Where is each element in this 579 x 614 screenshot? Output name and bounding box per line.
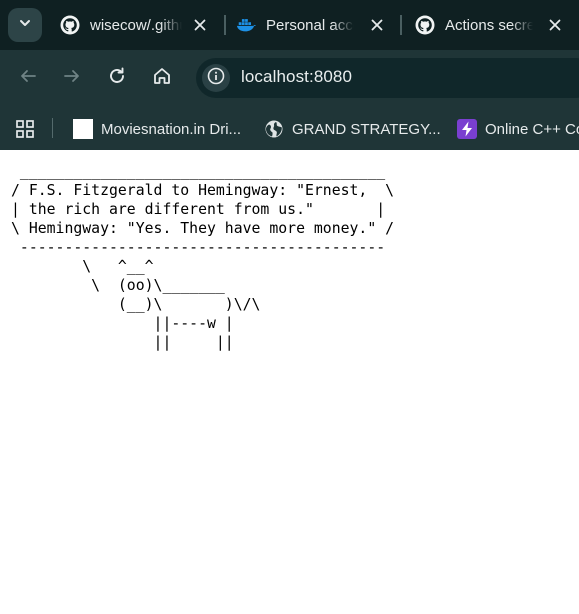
- tab-title: Personal access: [266, 16, 354, 34]
- address-bar[interactable]: localhost:8080: [196, 58, 579, 98]
- bookmarks-bar: Moviesnation.in Dri... GRAND STRATEGY...…: [0, 106, 579, 150]
- back-button[interactable]: [15, 65, 41, 91]
- tab-personal-access[interactable]: Personal access: [236, 6, 396, 44]
- close-icon[interactable]: [369, 17, 385, 33]
- tab-strip: wisecow/.github Personal access Actions …: [0, 0, 579, 50]
- browser-chrome: wisecow/.github Personal access Actions …: [0, 0, 579, 150]
- info-icon: [207, 67, 225, 90]
- blank-page-icon: [73, 119, 93, 139]
- tab-separator: [400, 15, 402, 35]
- arrow-right-icon: [63, 67, 81, 90]
- cowsay-output: ________________________________________…: [11, 163, 395, 351]
- forward-button[interactable]: [59, 65, 85, 91]
- arrow-left-icon: [19, 67, 37, 90]
- globe-icon: [264, 119, 284, 139]
- site-info-button[interactable]: [202, 64, 230, 92]
- tab-title: wisecow/.github: [90, 16, 182, 34]
- github-icon: [60, 15, 80, 35]
- bookmarks-separator: [52, 118, 53, 138]
- tab-actions-secrets[interactable]: Actions secrets: [415, 6, 575, 44]
- bookmark-grand-strategy[interactable]: GRAND STRATEGY...: [264, 116, 441, 142]
- tab-title: Actions secrets: [445, 16, 533, 34]
- bookmark-label: GRAND STRATEGY...: [292, 120, 441, 138]
- home-button[interactable]: [149, 65, 175, 91]
- tab-separator: [224, 15, 226, 35]
- reload-icon: [107, 66, 127, 91]
- github-icon: [415, 15, 435, 35]
- bolt-icon: [457, 119, 477, 139]
- bookmark-label: Moviesnation.in Dri...: [101, 120, 242, 138]
- toolbar: localhost:8080: [0, 50, 579, 106]
- tab-wisecow-github[interactable]: wisecow/.github: [60, 6, 220, 44]
- tab-search-button[interactable]: [8, 8, 42, 42]
- home-icon: [152, 66, 172, 91]
- bookmark-moviesnation[interactable]: Moviesnation.in Dri...: [73, 116, 241, 142]
- reload-button[interactable]: [104, 65, 130, 91]
- bookmark-label: Online C++ Co: [485, 120, 579, 138]
- close-icon[interactable]: [547, 17, 563, 33]
- docker-icon: [236, 15, 256, 35]
- apps-button[interactable]: [15, 119, 35, 139]
- url-text[interactable]: localhost:8080: [241, 67, 352, 87]
- apps-grid-icon: [15, 120, 35, 143]
- bookmark-online-cpp[interactable]: Online C++ Co: [457, 116, 579, 142]
- chevron-down-icon: [18, 16, 32, 35]
- page-content: ________________________________________…: [0, 150, 579, 614]
- close-icon[interactable]: [192, 17, 208, 33]
